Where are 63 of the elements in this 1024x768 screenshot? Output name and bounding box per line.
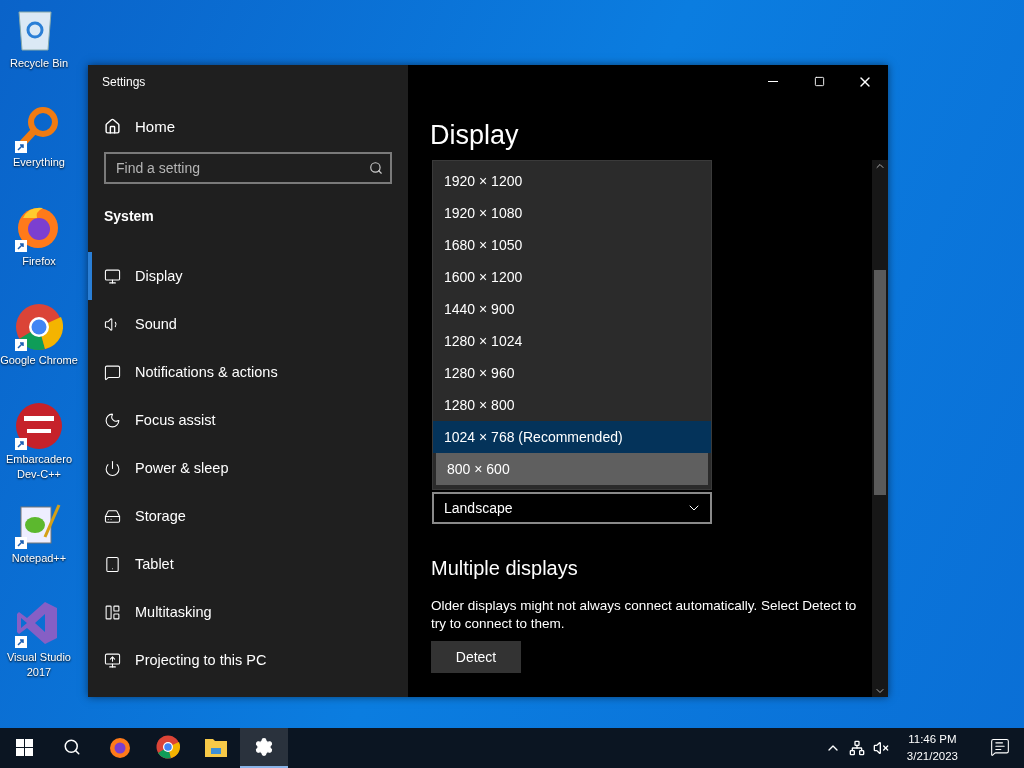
page-title: Display (430, 120, 520, 151)
search-icon (369, 161, 383, 175)
sidebar-item[interactable]: Multitasking (88, 588, 408, 636)
sidebar-item[interactable]: Projecting to this PC (88, 636, 408, 684)
network-icon[interactable] (848, 740, 865, 756)
chrome-taskbar-icon (156, 735, 180, 759)
resolution-option[interactable]: 1680 × 1050 (433, 229, 711, 261)
description-text: Older displays might not always connect automatically. Select Detect to try to connect to them. (431, 597, 858, 633)
circle-logo-icon (15, 402, 63, 450)
home-icon (104, 117, 121, 135)
desktop-icon-label: Recycle Bin (9, 56, 69, 71)
muted-speaker-icon[interactable] (872, 740, 889, 756)
drive-icon (104, 507, 121, 525)
message-icon (104, 363, 121, 381)
resolution-option[interactable]: 1920 × 1080 (433, 197, 711, 229)
detect-button[interactable]: Detect (431, 641, 521, 673)
sidebar-item[interactable]: Notifications & actions (88, 348, 408, 396)
desktop-icon-label: Everything (13, 155, 65, 170)
time-text: 11:46 PM (908, 732, 957, 747)
resolution-option[interactable]: 1440 × 900 (433, 293, 711, 325)
desktop-icon-label: Visual Studio 2017 (6, 650, 72, 680)
power-icon (104, 459, 121, 477)
taskbar-app[interactable] (240, 728, 288, 768)
resolution-option[interactable]: 800 × 600 (436, 453, 708, 485)
visual-studio-icon (15, 600, 59, 646)
desktop-icon-label: Notepad++ (11, 551, 67, 566)
sidebar-item[interactable]: Power & sleep (88, 444, 408, 492)
sidebar-item[interactable]: Sound (88, 300, 408, 348)
window-title: Settings (102, 74, 146, 89)
sidebar-item[interactable]: Focus assist (88, 396, 408, 444)
home-link[interactable]: Home (88, 104, 408, 148)
tablet-icon (104, 555, 121, 573)
desktop-icon-label: Google Chrome (0, 353, 78, 368)
projector-icon (104, 651, 121, 669)
search-field[interactable]: Find a setting (104, 152, 392, 184)
firefox-taskbar-icon (108, 735, 132, 759)
clock[interactable]: 11:46 PM 3/21/2023 (896, 731, 968, 765)
notification-icon (990, 737, 1010, 757)
maximize-icon (813, 76, 825, 87)
resolution-option[interactable]: 1280 × 960 (433, 357, 711, 389)
gear-icon (254, 737, 274, 757)
sidebar-item[interactable]: Tablet (88, 540, 408, 588)
minimize-icon (768, 81, 778, 82)
sidebar-item[interactable]: Storage (88, 492, 408, 540)
resolution-option[interactable]: 1024 × 768 (Recommended) (433, 421, 711, 453)
section-heading: System (104, 208, 155, 224)
date-text: 3/21/2023 (906, 749, 958, 764)
resolution-option[interactable]: 1280 × 1024 (433, 325, 711, 357)
chrome-icon (15, 303, 63, 351)
resolution-option[interactable]: 1920 × 1200 (433, 165, 711, 197)
moon-icon (104, 411, 121, 429)
desktop-icon-label: Embarcadero Dev-C++ (4, 452, 73, 482)
windows-icon (15, 738, 33, 756)
folder-icon (204, 736, 228, 758)
section-heading: Multiple displays (431, 557, 579, 580)
scrollbar-thumb[interactable] (874, 270, 886, 495)
layout-icon (104, 603, 121, 621)
desktop-icon-label: Firefox (22, 254, 56, 269)
resolution-option[interactable]: 1600 × 1200 (433, 261, 711, 293)
orientation-dropdown[interactable]: Landscape (432, 492, 712, 524)
resolution-option[interactable]: 1280 × 800 (433, 389, 711, 421)
monitor-icon (104, 267, 121, 285)
search-icon (63, 738, 81, 756)
